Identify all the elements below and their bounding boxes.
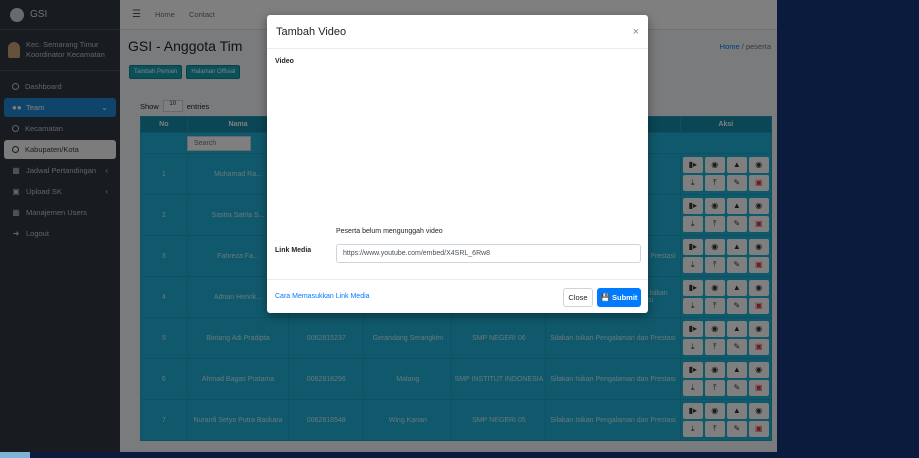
background-bottom	[0, 452, 919, 458]
background-accent	[0, 452, 30, 458]
save-icon: 💾	[600, 293, 610, 302]
close-icon[interactable]: ×	[633, 26, 639, 38]
link-media-input[interactable]: https://www.youtube.com/embed/X4SRL_6Rw8	[336, 244, 641, 263]
tambah-video-modal: Tambah Video × Video Peserta belum mengu…	[267, 15, 648, 313]
modal-body: Video Peserta belum mengunggah video Lin…	[267, 49, 648, 279]
howto-link[interactable]: Cara Memasukkan Link Media	[275, 293, 370, 300]
background-right	[777, 0, 919, 458]
link-media-label: Link Media	[275, 247, 312, 254]
close-button[interactable]: Close	[563, 288, 593, 307]
modal-title: Tambah Video	[276, 25, 347, 38]
submit-button[interactable]: 💾 Submit	[597, 288, 641, 307]
submit-label: Submit	[612, 293, 638, 302]
video-label: Video	[275, 58, 294, 65]
video-note: Peserta belum mengunggah video	[336, 228, 443, 235]
modal-footer: Cara Memasukkan Link Media Close 💾 Submi…	[267, 279, 648, 313]
modal-header: Tambah Video ×	[267, 15, 648, 49]
